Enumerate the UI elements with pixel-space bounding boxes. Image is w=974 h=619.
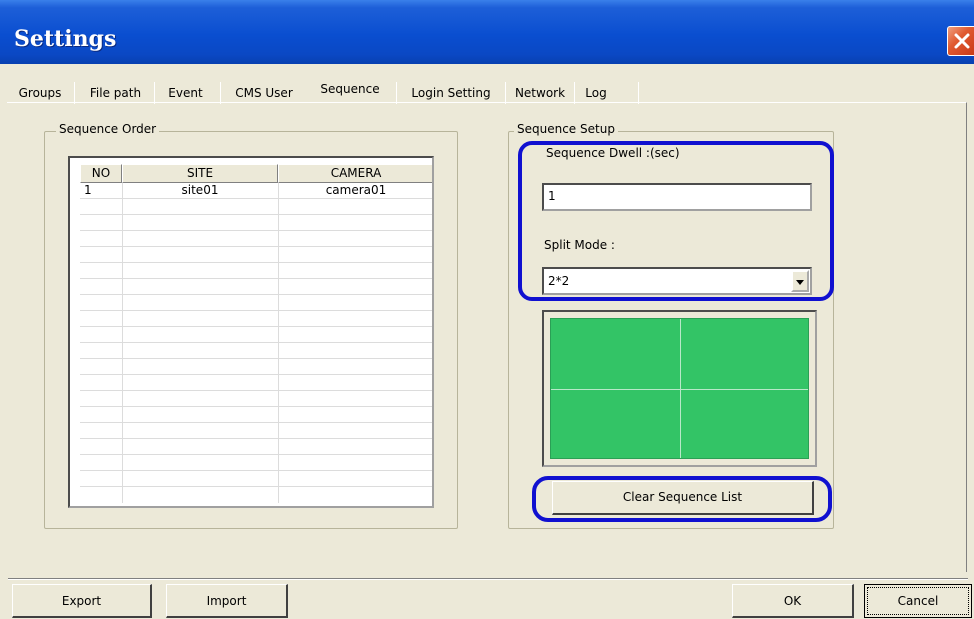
table-row[interactable] [80,423,432,439]
sequence-order-title: Sequence Order [56,122,160,136]
split-mode-preview [542,310,817,467]
dwell-split-highlight [518,141,834,301]
tab-file-path[interactable]: File path [79,84,152,104]
ok-button[interactable]: OK [732,584,854,618]
cell-no: 1 [84,183,92,197]
table-row[interactable] [80,343,432,359]
tab-network[interactable]: Network [508,84,572,104]
table-row[interactable] [80,199,432,215]
table-header: NO SITE CAMERA [80,164,432,183]
split-preview-grid [550,318,809,459]
cancel-button[interactable]: Cancel [864,584,972,618]
close-button[interactable] [947,26,974,56]
table-row[interactable] [80,247,432,263]
import-button[interactable]: Import [166,584,288,618]
table-row[interactable] [80,295,432,311]
column-header-site[interactable]: SITE [122,164,278,183]
cell-camera: camera01 [325,183,387,197]
table-row[interactable] [80,263,432,279]
table-row[interactable] [80,231,432,247]
table-row[interactable] [80,215,432,231]
column-header-camera[interactable]: CAMERA [278,164,432,183]
table-row[interactable] [80,391,432,407]
footer-divider [8,578,968,580]
table-row[interactable] [80,439,432,455]
tab-login-setting[interactable]: Login Setting [399,84,503,104]
tab-event[interactable]: Event [158,84,213,104]
table-row[interactable] [80,359,432,375]
tab-groups[interactable]: Groups [10,84,70,104]
table-row[interactable] [80,327,432,343]
cell-site: site01 [181,183,219,197]
column-header-no[interactable]: NO [80,164,122,183]
table-body: 1 site01 camera01 [80,183,432,503]
title-bar: Settings [0,0,974,64]
table-row[interactable] [80,279,432,295]
tab-cms-user[interactable]: CMS User [224,84,304,104]
clear-button-highlight [532,476,832,522]
export-button[interactable]: Export [12,584,152,618]
table-row[interactable] [80,375,432,391]
sequence-setup-title: Sequence Setup [514,122,618,136]
tab-log[interactable]: Log [578,84,614,104]
table-row[interactable] [80,311,432,327]
window-title: Settings [14,26,117,52]
table-row[interactable] [80,471,432,487]
table-row[interactable]: 1 site01 camera01 [80,183,432,199]
table-row[interactable] [80,455,432,471]
sequence-table[interactable]: NO SITE CAMERA 1 site01 camera01 [68,156,434,508]
close-icon [953,32,971,50]
table-row[interactable] [80,407,432,423]
